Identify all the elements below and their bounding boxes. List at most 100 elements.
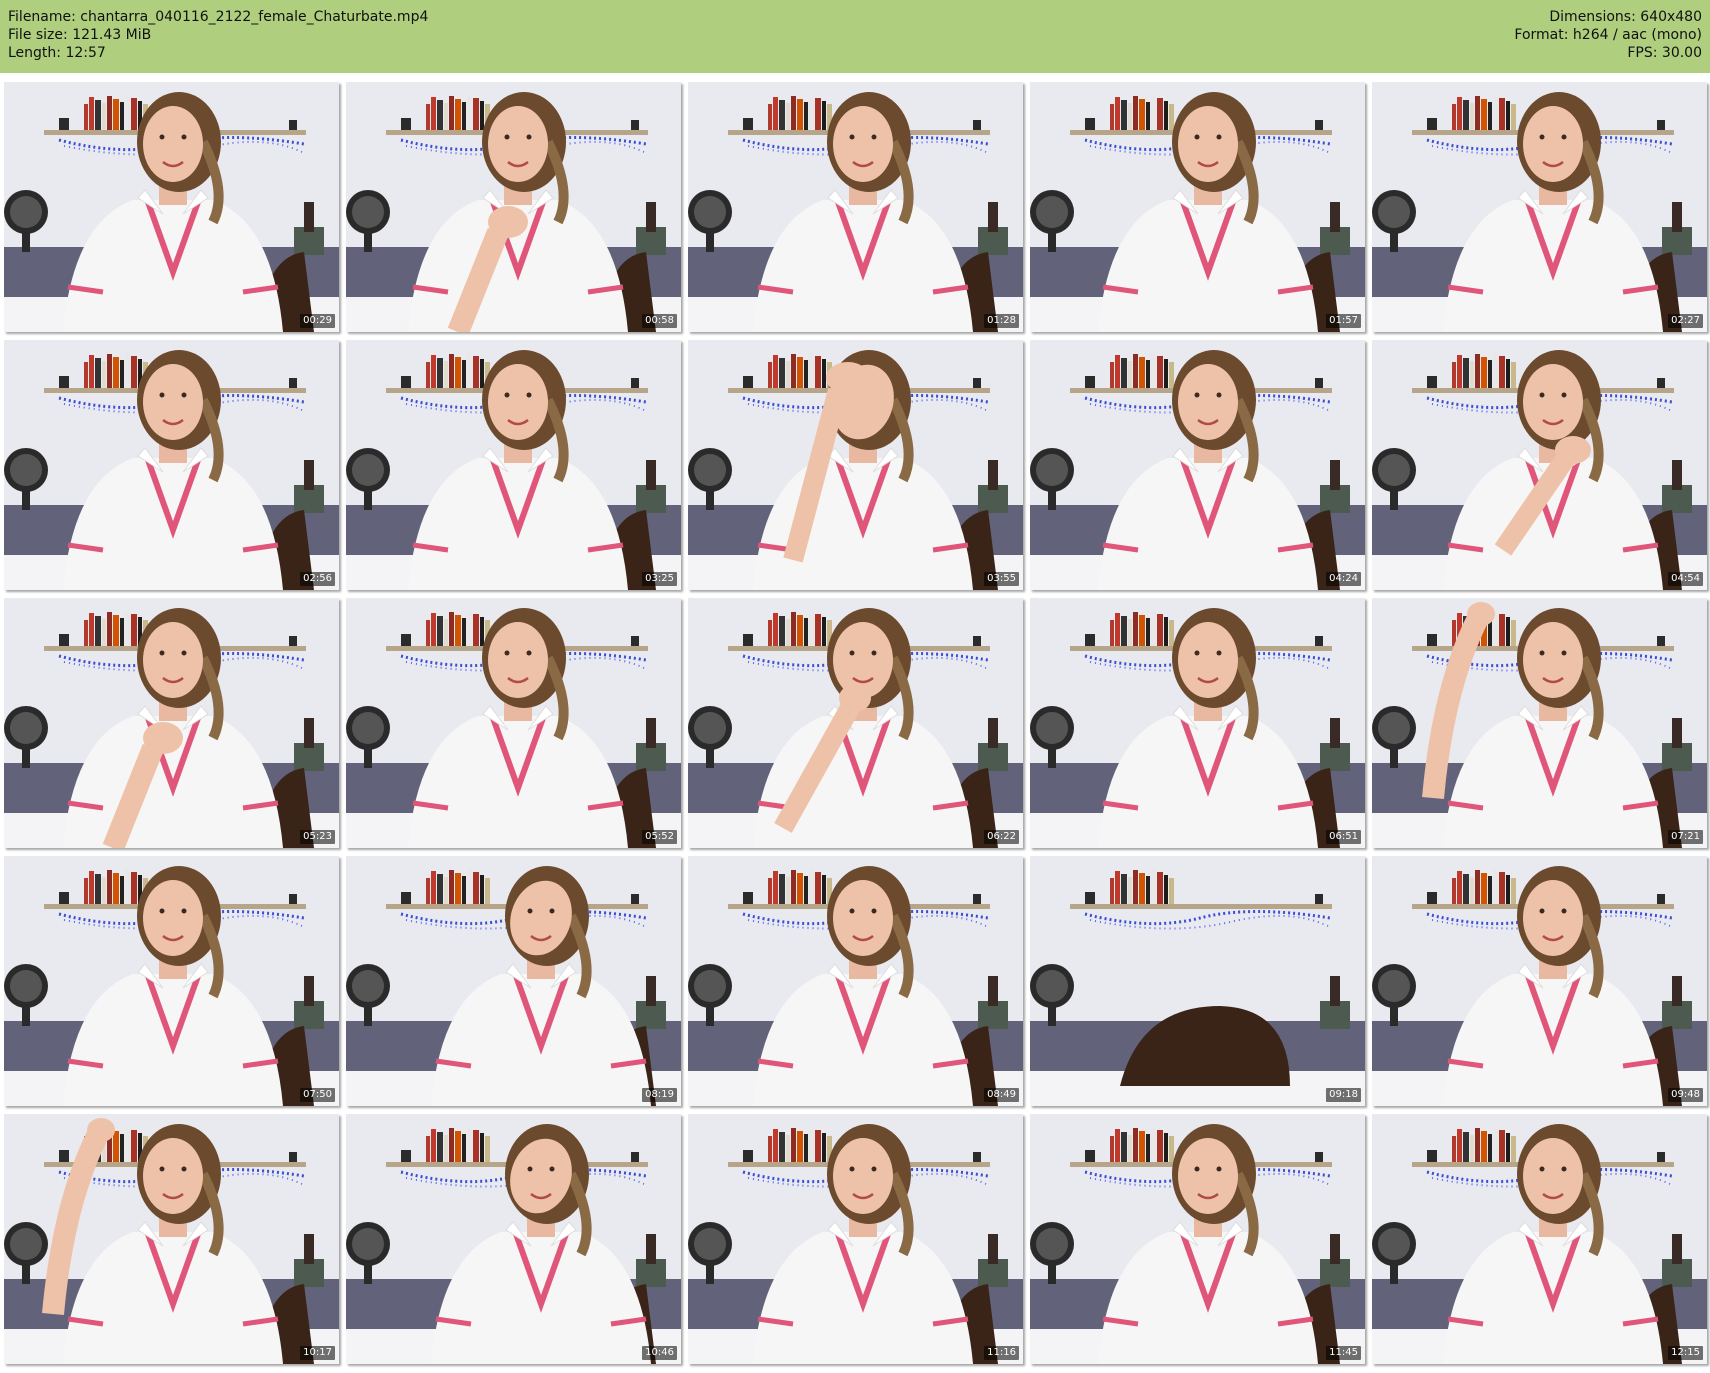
book [1133,870,1138,904]
book [107,612,112,646]
book [455,1131,461,1162]
book [1475,870,1480,904]
book [444,1135,448,1162]
face [488,106,548,182]
frame-image [688,340,1023,590]
video-thumbnail: 00:58 [346,82,681,332]
eye [526,134,532,140]
shelf-object [59,118,69,130]
book [1110,104,1114,130]
book [473,98,479,130]
fan-stand [1048,232,1056,252]
eye [1194,1166,1200,1172]
book [1128,1135,1132,1162]
book [779,1132,785,1162]
book [1115,871,1120,904]
length-text: Length: 12:57 [8,45,106,61]
book [822,875,826,904]
face [488,622,548,698]
timestamp-label: 07:50 [300,1088,335,1102]
book [1499,356,1505,388]
book [467,1127,472,1162]
book [131,356,137,388]
shelf-object [743,634,753,646]
eye [159,134,165,140]
book [449,870,454,904]
frame-image [4,598,339,848]
book [804,1134,808,1162]
side-lamp [1672,202,1682,232]
book [95,874,101,904]
frame-image [688,856,1023,1106]
book [809,353,814,388]
shelf-object [743,118,753,130]
book [815,614,821,646]
book [791,870,796,904]
book [1139,1131,1145,1162]
book [1488,876,1492,904]
video-thumbnail: 12:15 [1372,1114,1707,1364]
shelf-object [1315,378,1323,388]
shelf-object [1315,1152,1323,1162]
book [1115,1129,1120,1162]
timestamp-label: 03:25 [642,572,677,586]
book [1511,1136,1516,1162]
timestamp-label: 04:24 [1326,572,1361,586]
book [89,613,94,646]
book [791,354,796,388]
filename-text: Filename: chantarra_040116_2122_female_C… [8,9,429,25]
book [768,104,772,130]
book [1475,1128,1480,1162]
book [1110,1136,1114,1162]
eye [527,908,533,914]
video-thumbnail: 05:52 [346,598,681,848]
book [1110,620,1114,646]
book [125,1127,130,1162]
book [1169,620,1174,646]
video-thumbnail: 00:29 [4,82,339,332]
book [779,616,785,646]
eye [181,392,187,398]
video-thumbnail: 08:19 [346,856,681,1106]
book [480,875,484,904]
book [1133,612,1138,646]
book [1164,101,1168,130]
book [426,1136,430,1162]
eye [871,908,877,914]
book [480,359,484,388]
side-lamp [988,202,998,232]
book [431,613,436,646]
fan-blades [694,1228,726,1260]
frame-image [688,1114,1023,1364]
eye [871,134,877,140]
face [1523,1138,1583,1214]
book [804,360,808,388]
video-thumbnail: 10:46 [346,1114,681,1364]
book [1157,614,1163,646]
book [1139,357,1145,388]
book [1128,619,1132,646]
book [1164,359,1168,388]
face [1178,1138,1238,1214]
frame-image [1030,340,1365,590]
book [1470,1135,1474,1162]
shelf-object [1657,1152,1665,1162]
eye [1561,134,1567,140]
frame-image [1030,1114,1365,1364]
fan-stand [364,748,372,768]
frame-image [688,82,1023,332]
book [437,100,443,130]
video-thumbnail: 08:49 [688,856,1023,1106]
book [773,871,778,904]
book [1128,361,1132,388]
book [120,876,124,904]
fan-stand [1390,490,1398,510]
video-thumbnail: 01:28 [688,82,1023,332]
book [822,1133,826,1162]
book [809,611,814,646]
book [1452,362,1456,388]
book [89,871,94,904]
book [102,103,106,130]
side-lamp [1672,1234,1682,1264]
shelf-object [1657,636,1665,646]
